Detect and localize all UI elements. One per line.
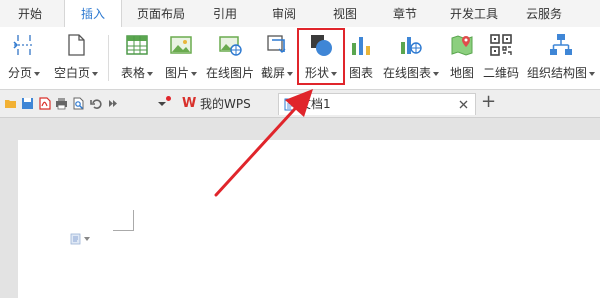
table-label: 表格 — [120, 66, 145, 80]
chevron-down-icon[interactable] — [34, 71, 40, 76]
menu-tab-bar: 开始 插入 页面布局 引用 审阅 视图 章节 开发工具 云服务 — [0, 0, 600, 28]
print-preview-icon[interactable] — [72, 97, 85, 110]
redo-icon[interactable] — [106, 97, 119, 110]
open-folder-icon[interactable] — [4, 97, 17, 110]
blank-page-icon — [68, 34, 85, 56]
chevron-down-icon[interactable] — [191, 71, 197, 76]
chart-button[interactable]: 图表 — [345, 31, 377, 85]
doc-tab-document1[interactable]: 文档1 — [278, 93, 476, 115]
new-tab-button[interactable]: + — [481, 91, 496, 112]
tab-home[interactable]: 开始 — [8, 0, 52, 27]
doc-tab-my-wps[interactable]: W 我的WPS — [182, 93, 274, 115]
table-icon — [126, 35, 148, 55]
tab-cloud-service[interactable]: 云服务 — [516, 0, 572, 27]
picture-label: 图片 — [164, 66, 189, 80]
tab-sections[interactable]: 章节 — [383, 0, 427, 27]
bar-chart-icon — [352, 37, 370, 55]
export-pdf-icon[interactable] — [38, 97, 51, 110]
blank-page-button[interactable]: 空白页 — [50, 31, 102, 85]
qrcode-button[interactable]: 二维码 — [480, 31, 522, 85]
chevron-down-icon[interactable] — [287, 71, 293, 76]
screenshot-icon — [267, 35, 286, 53]
org-chart-icon — [550, 34, 572, 55]
tab-review[interactable]: 审阅 — [262, 0, 306, 27]
chevron-down-icon[interactable] — [147, 71, 153, 76]
shape-highlight-box — [297, 28, 345, 85]
tab-page-layout[interactable]: 页面布局 — [130, 0, 192, 27]
org-chart-label: 组织结构图 — [526, 66, 587, 80]
doc-tab-label: 我的WPS — [200, 97, 251, 111]
blank-page-label: 空白页 — [53, 66, 90, 80]
online-picture-button[interactable]: 在线图片 — [204, 31, 256, 85]
online-picture-label: 在线图片 — [205, 66, 254, 80]
org-chart-button[interactable]: 组织结构图 — [526, 31, 596, 85]
page-break-icon — [13, 35, 34, 55]
map-icon — [451, 35, 473, 56]
save-icon[interactable] — [21, 97, 34, 110]
map-button[interactable]: 地图 — [446, 31, 478, 85]
page-break-button[interactable]: 分页 — [4, 31, 44, 85]
tab-view[interactable]: 视图 — [323, 0, 367, 27]
chevron-down-icon[interactable] — [589, 71, 595, 76]
qrcode-icon — [490, 34, 512, 56]
quick-access-toolbar: W 我的WPS 文档1 + — [0, 90, 600, 118]
screenshot-label: 截屏 — [260, 66, 285, 80]
chevron-down-icon[interactable] — [433, 71, 439, 76]
qrcode-label: 二维码 — [482, 66, 519, 80]
table-button[interactable]: 表格 — [114, 31, 160, 85]
wps-logo-icon: W — [182, 96, 197, 111]
map-label: 地图 — [449, 66, 474, 80]
notification-dot — [166, 96, 171, 101]
tab-references[interactable]: 引用 — [203, 0, 247, 27]
chevron-down-icon[interactable] — [92, 71, 98, 76]
screenshot-button[interactable]: 截屏 — [258, 31, 296, 85]
picture-icon — [170, 36, 192, 54]
chevron-down-icon[interactable] — [84, 237, 90, 241]
page-break-label: 分页 — [7, 66, 32, 80]
document-page[interactable] — [18, 140, 600, 298]
online-chart-label: 在线图表 — [382, 66, 431, 80]
document-icon — [284, 98, 296, 111]
chart-label: 图表 — [348, 66, 373, 80]
undo-icon[interactable] — [90, 97, 103, 110]
tab-insert[interactable]: 插入 — [64, 0, 122, 28]
ribbon-divider — [108, 35, 109, 81]
picture-button[interactable]: 图片 — [160, 31, 202, 85]
online-picture-icon — [219, 36, 242, 56]
margin-corner-marker — [113, 210, 134, 231]
doc-tab-label: 文档1 — [299, 97, 331, 111]
online-chart-button[interactable]: 在线图表 — [380, 31, 442, 85]
tab-developer-tools[interactable]: 开发工具 — [443, 0, 505, 27]
paragraph-layout-icon[interactable] — [70, 233, 81, 245]
print-icon[interactable] — [55, 97, 68, 110]
close-icon[interactable] — [459, 100, 468, 109]
online-chart-icon — [401, 37, 422, 54]
